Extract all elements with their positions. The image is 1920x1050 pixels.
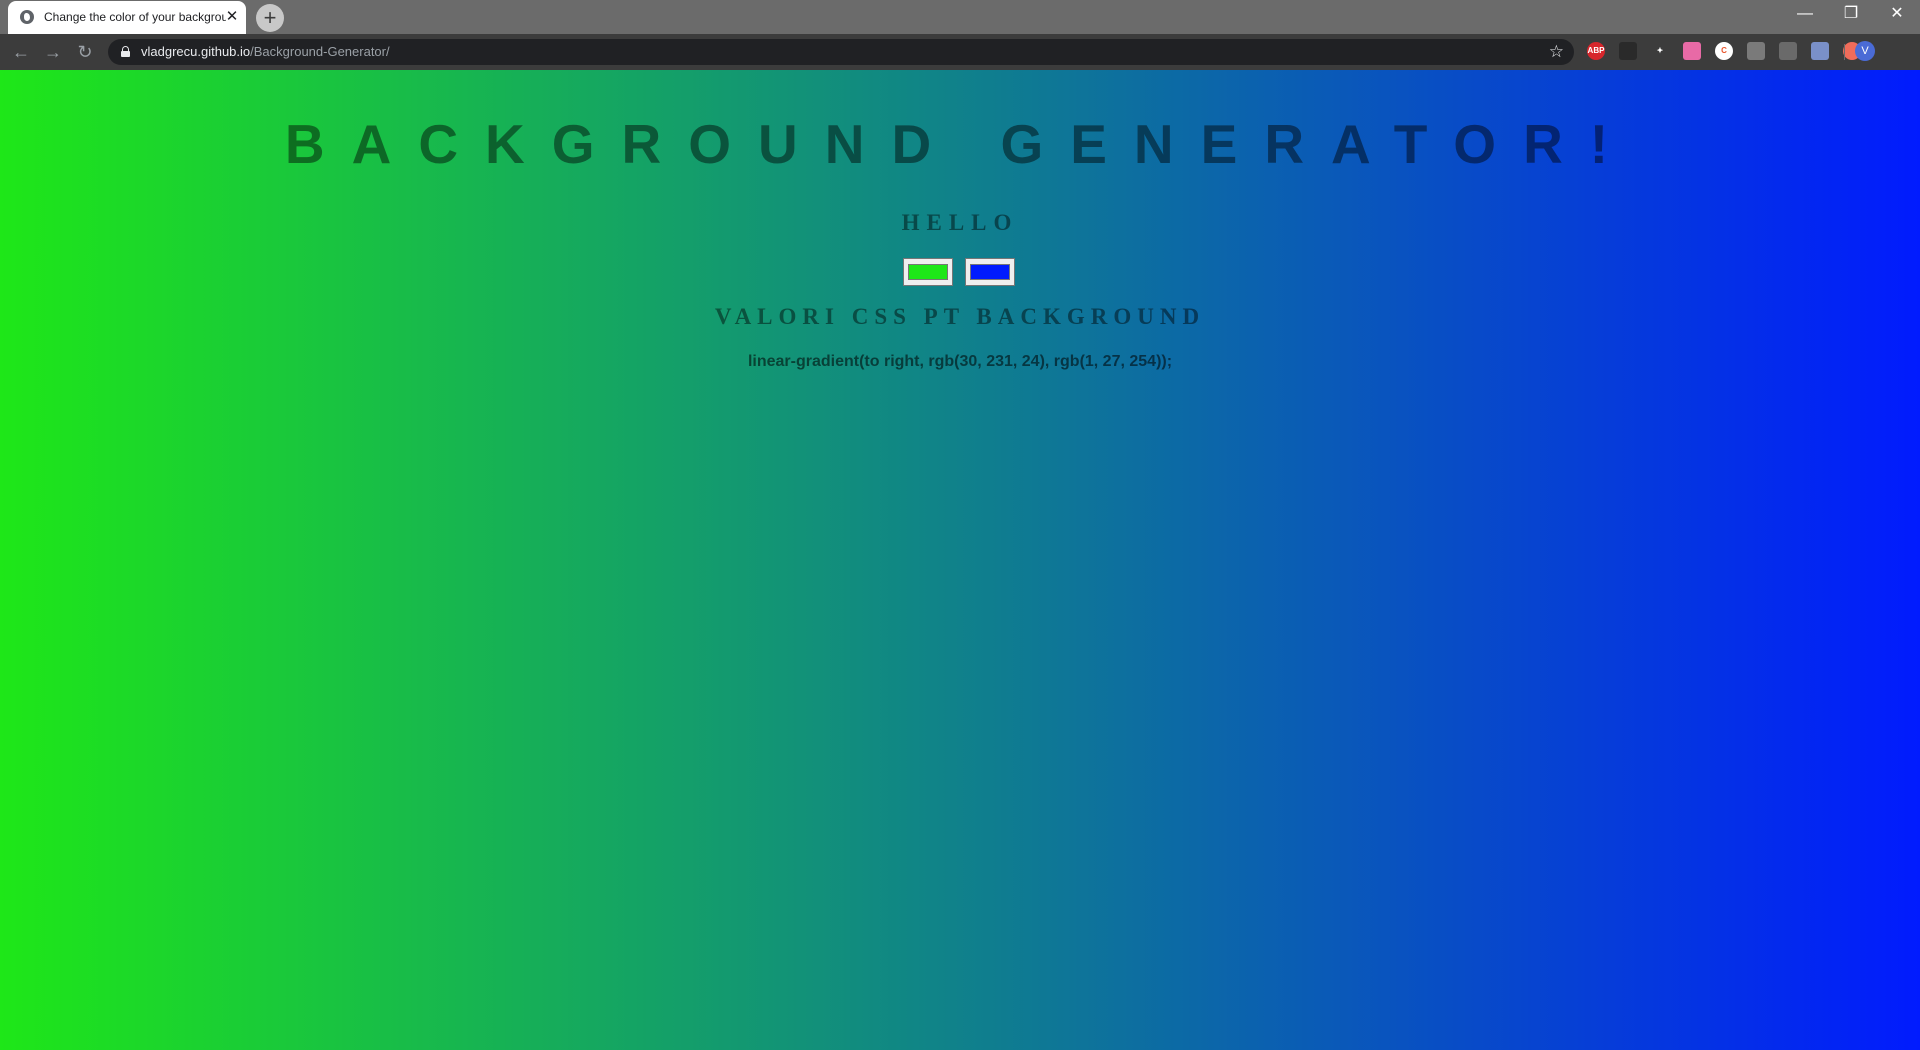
page-viewport: BACKGROUND GENERATOR! HELLO VALORI CSS P… [0,70,1920,1050]
css-gradient-value: linear-gradient(to right, rgb(30, 231, 2… [747,353,1173,370]
address-bar[interactable]: vladgrecu.github.io/Background-Generator… [108,39,1574,65]
adblock-plus-icon[interactable]: ABP [1587,42,1605,60]
globe-icon [20,10,34,24]
reload-button[interactable]: ↻ [73,40,97,64]
lock-icon[interactable] [121,46,130,57]
acrobat-icon[interactable] [1619,42,1637,60]
tab-strip: Change the color of your background ✕ + … [0,0,1920,34]
toolbar-divider [1844,44,1845,60]
minimize-button[interactable]: — [1782,0,1828,30]
profile-avatar[interactable]: V [1855,41,1875,61]
blue-ext-icon[interactable] [1811,42,1829,60]
page-title: BACKGROUND GENERATOR! [284,113,1636,175]
browser-tab[interactable]: Change the color of your background ✕ [8,1,246,34]
forward-button[interactable]: → [41,40,65,64]
browser-toolbar: ← → ↻ vladgrecu.github.io/Background-Gen… [0,34,1920,70]
color-swatch-2 [970,264,1010,280]
url-text[interactable]: vladgrecu.github.io/Background-Generator… [141,44,390,59]
new-tab-button[interactable]: + [256,4,284,32]
url-host: vladgrecu.github.io [141,44,251,59]
color-input-2[interactable] [965,258,1015,286]
tab-close-icon[interactable]: ✕ [224,9,240,25]
restore-button[interactable]: ❐ [1828,0,1874,30]
colorzilla-icon[interactable]: C [1715,42,1733,60]
css-values-heading: VALORI CSS PT BACKGROUND [714,304,1206,329]
url-path: /Background-Generator/ [250,44,390,59]
color-swatch-1 [908,264,948,280]
color-input-1[interactable] [903,258,953,286]
back-button[interactable]: ← [9,40,33,64]
bookmark-star-icon[interactable]: ☆ [1549,41,1564,63]
tab-title: Change the color of your background [44,10,226,24]
hello-heading: HELLO [901,210,1019,235]
pinwheel-icon[interactable]: ✦ [1651,42,1669,60]
color-inputs [903,258,1023,286]
grey-ext-2-icon[interactable] [1779,42,1797,60]
close-window-button[interactable]: ✕ [1874,0,1920,30]
grey-ext-1-icon[interactable] [1747,42,1765,60]
pink-app-icon[interactable] [1683,42,1701,60]
